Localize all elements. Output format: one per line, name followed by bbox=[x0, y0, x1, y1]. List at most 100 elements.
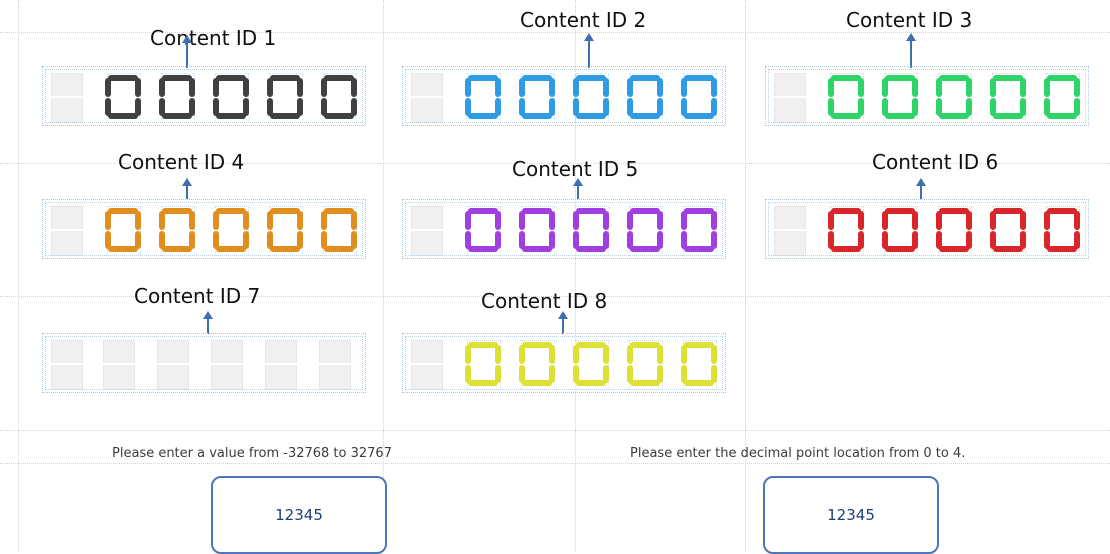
segment bbox=[189, 231, 195, 249]
segment bbox=[936, 98, 942, 116]
segment bbox=[522, 342, 552, 348]
segment bbox=[1044, 211, 1050, 230]
segment bbox=[603, 98, 609, 116]
segment bbox=[990, 78, 996, 97]
segment bbox=[882, 78, 888, 97]
segment bbox=[882, 231, 888, 249]
segment bbox=[1074, 98, 1080, 116]
segment bbox=[711, 231, 717, 249]
segment bbox=[267, 78, 273, 97]
segment bbox=[216, 246, 246, 252]
segment bbox=[603, 365, 609, 383]
display-2[interactable] bbox=[402, 66, 726, 126]
segment bbox=[1020, 78, 1026, 97]
segment bbox=[351, 98, 357, 116]
segment bbox=[576, 342, 606, 348]
display-1[interactable] bbox=[42, 66, 366, 126]
segment bbox=[831, 113, 861, 119]
digit-cell bbox=[459, 206, 509, 256]
segment bbox=[216, 75, 246, 81]
segment bbox=[573, 365, 579, 383]
segment bbox=[939, 75, 969, 81]
display-8[interactable] bbox=[402, 333, 726, 393]
segment bbox=[681, 345, 687, 364]
segment bbox=[630, 113, 660, 119]
segment bbox=[243, 211, 249, 230]
segment bbox=[159, 231, 165, 249]
segment bbox=[1074, 211, 1080, 230]
digit-cell bbox=[261, 73, 311, 123]
segment bbox=[573, 231, 579, 249]
value-input[interactable]: 12345 bbox=[211, 476, 387, 554]
display-1-caption: Content ID 1 bbox=[150, 26, 277, 50]
segment bbox=[519, 345, 525, 364]
segment bbox=[324, 246, 354, 252]
segment bbox=[495, 345, 501, 364]
segment bbox=[519, 365, 525, 383]
segment bbox=[939, 208, 969, 214]
segment bbox=[681, 365, 687, 383]
segment bbox=[627, 211, 633, 230]
segment bbox=[627, 345, 633, 364]
display-6[interactable] bbox=[765, 199, 1089, 259]
digit-cell bbox=[99, 206, 149, 256]
display-3[interactable] bbox=[765, 66, 1089, 126]
digit-cell bbox=[675, 73, 725, 123]
segment bbox=[189, 211, 195, 230]
segment bbox=[630, 380, 660, 386]
segment bbox=[966, 78, 972, 97]
segment bbox=[912, 78, 918, 97]
digit-cell bbox=[261, 206, 311, 256]
segment bbox=[549, 345, 555, 364]
display-7[interactable] bbox=[42, 333, 366, 393]
segment bbox=[108, 113, 138, 119]
segment bbox=[603, 78, 609, 97]
segment bbox=[468, 75, 498, 81]
digit-cell bbox=[621, 206, 671, 256]
segment bbox=[912, 211, 918, 230]
digit-cell bbox=[930, 206, 980, 256]
segment bbox=[630, 75, 660, 81]
segment bbox=[627, 78, 633, 97]
segment bbox=[993, 208, 1023, 214]
segment bbox=[828, 231, 834, 249]
segment bbox=[321, 231, 327, 249]
digit-cell bbox=[47, 340, 97, 390]
segment bbox=[267, 98, 273, 116]
digit-cell bbox=[822, 73, 872, 123]
segment bbox=[522, 113, 552, 119]
display-6-caption: Content ID 6 bbox=[872, 150, 999, 174]
digit-cell bbox=[47, 73, 97, 123]
display-4[interactable] bbox=[42, 199, 366, 259]
digit-cell bbox=[315, 340, 365, 390]
decimal-point-input[interactable]: 12345 bbox=[763, 476, 939, 554]
display-2-arrow bbox=[584, 33, 594, 68]
digit-cell bbox=[407, 206, 457, 256]
digit-cell bbox=[567, 73, 617, 123]
display-5-arrow bbox=[573, 178, 583, 199]
segment bbox=[657, 365, 663, 383]
segment bbox=[495, 98, 501, 116]
segment bbox=[990, 98, 996, 116]
segment bbox=[885, 246, 915, 252]
grid-line bbox=[0, 430, 1110, 431]
segment bbox=[1020, 231, 1026, 249]
segment bbox=[828, 78, 834, 97]
display-8-arrow bbox=[558, 311, 568, 334]
digit-cell bbox=[675, 206, 725, 256]
segment bbox=[549, 231, 555, 249]
segment bbox=[1020, 211, 1026, 230]
segment bbox=[135, 231, 141, 249]
digit-cell bbox=[513, 206, 563, 256]
digit-cell bbox=[459, 73, 509, 123]
display-1-arrow bbox=[182, 35, 192, 68]
segment bbox=[657, 345, 663, 364]
segment bbox=[828, 211, 834, 230]
segment bbox=[267, 231, 273, 249]
segment bbox=[684, 342, 714, 348]
display-5[interactable] bbox=[402, 199, 726, 259]
segment bbox=[912, 98, 918, 116]
segment bbox=[627, 98, 633, 116]
segment bbox=[321, 78, 327, 97]
segment bbox=[162, 246, 192, 252]
